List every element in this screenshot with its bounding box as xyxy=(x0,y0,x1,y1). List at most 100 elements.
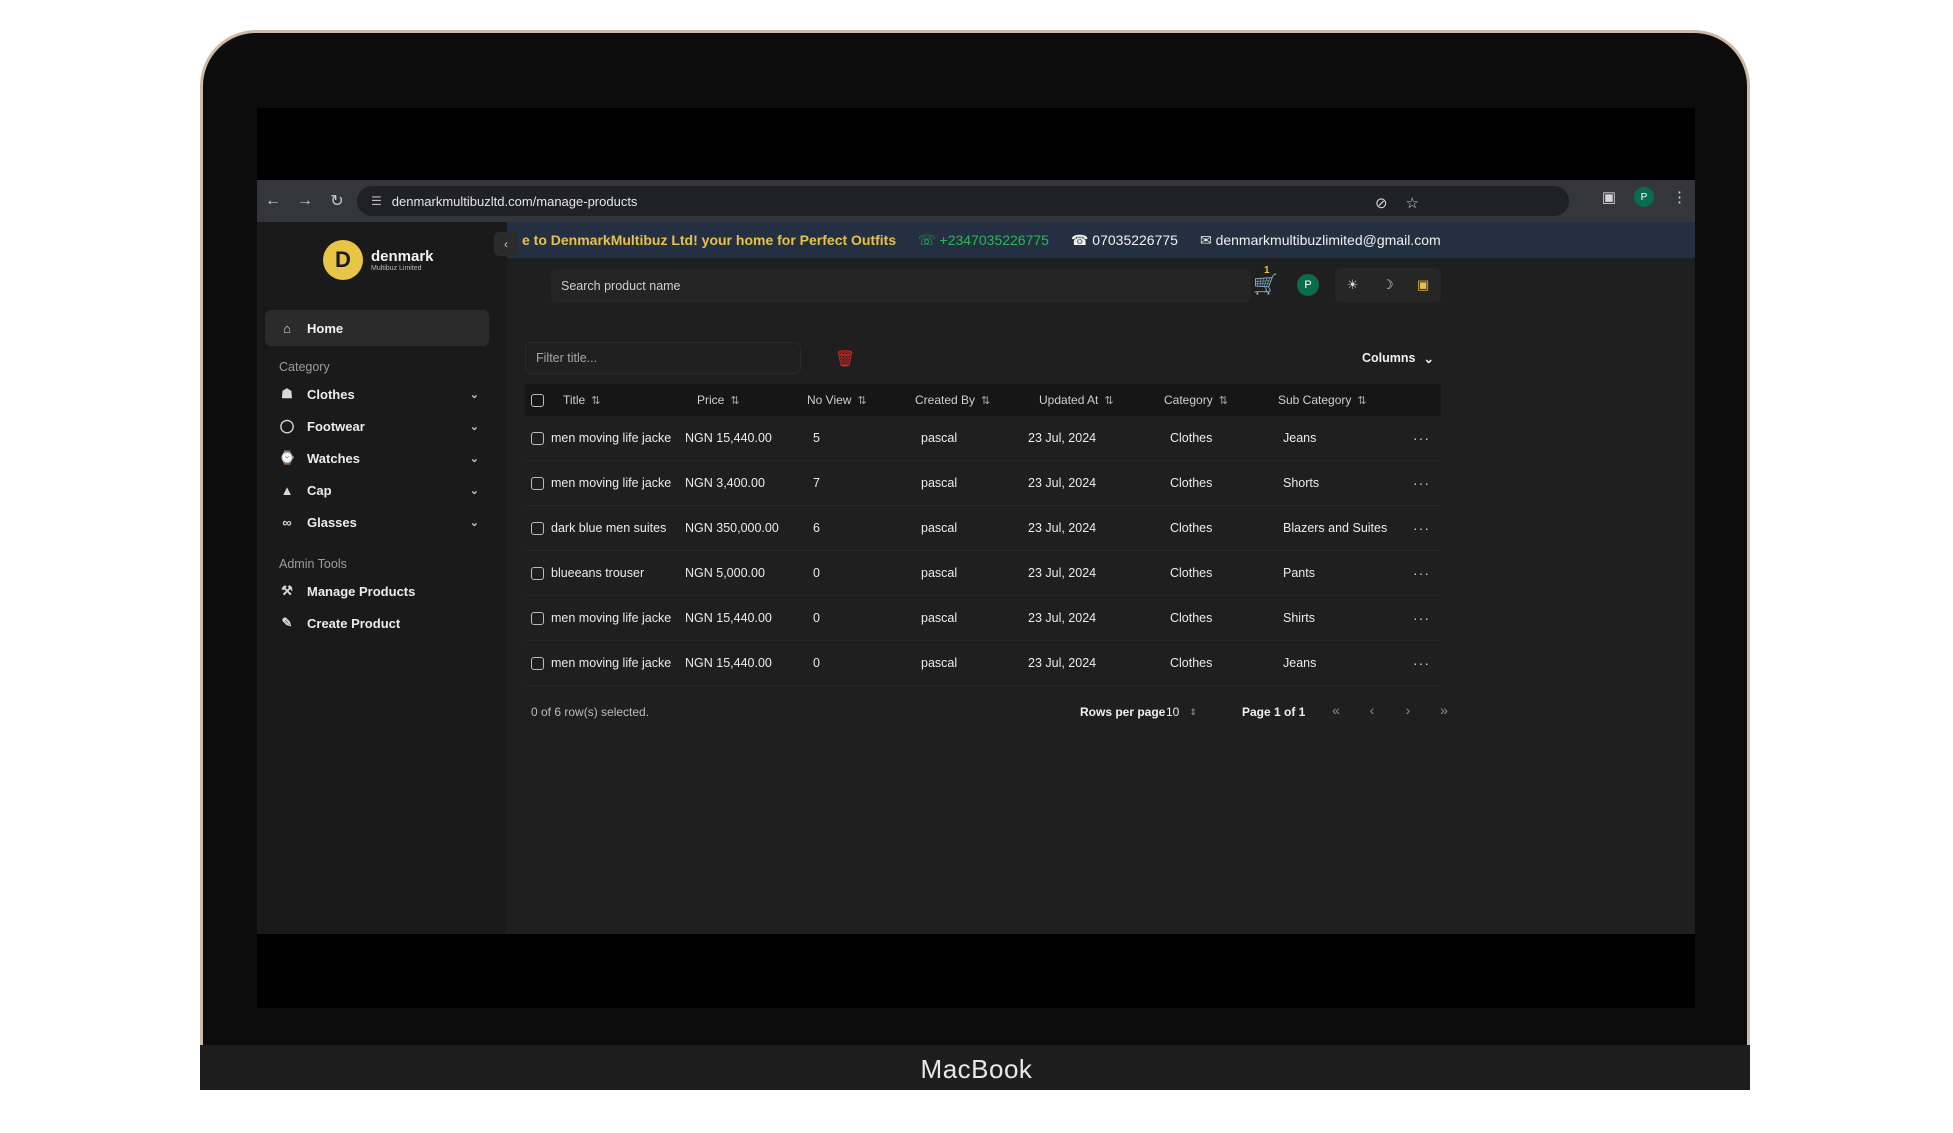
laptop-icon[interactable]: ▣ xyxy=(1417,277,1429,293)
row-actions-icon[interactable]: ··· xyxy=(1413,565,1430,581)
sidebar-item-clothes[interactable]: ☗ Clothes ⌄ xyxy=(279,380,479,408)
sidebar-item-glasses[interactable]: ∞ Glasses ⌄ xyxy=(279,508,479,536)
laptop-brand: MacBook xyxy=(920,1054,1033,1084)
cell-category: Clothes xyxy=(1170,656,1213,670)
rows-per-page-select[interactable]: 10 ⇕ xyxy=(1160,701,1200,723)
moon-icon[interactable]: ☽ xyxy=(1382,277,1394,293)
cell-sub-category: Pants xyxy=(1283,566,1315,580)
last-page-icon[interactable]: » xyxy=(1433,702,1455,718)
admin-section-label: Admin Tools xyxy=(279,557,347,571)
sort-icon: ⇅ xyxy=(857,395,867,407)
cell-title: men moving life jacke xyxy=(551,431,672,445)
more-menu-icon[interactable]: ⋮ xyxy=(1672,188,1687,206)
pagination: « ‹ › » xyxy=(1325,702,1455,718)
header-category[interactable]: Category ⇅ xyxy=(1164,393,1228,407)
logo-mark-icon: D xyxy=(323,240,363,280)
email-contact[interactable]: ✉ denmarkmultibuzlimited@gmail.com xyxy=(1200,232,1441,249)
header-title[interactable]: Title ⇅ xyxy=(563,393,600,407)
select-all-checkbox[interactable] xyxy=(531,393,544,407)
header-created-by[interactable]: Created By ⇅ xyxy=(915,393,990,407)
columns-button[interactable]: Columns ⌄ xyxy=(1355,342,1441,374)
phone-contact[interactable]: ☎ 07035226775 xyxy=(1071,232,1178,249)
reload-icon[interactable]: ↻ xyxy=(321,185,353,217)
whatsapp-icon: ☏ xyxy=(918,231,936,248)
table-row[interactable]: men moving life jacke NGN 3,400.00 7 pascal… xyxy=(525,461,1441,506)
logo[interactable]: D denmark Multibuz Limited xyxy=(323,240,434,280)
table-row[interactable]: men moving life jacke NGN 15,440.00 0 pasca… xyxy=(525,641,1441,686)
chevron-updown-icon: ⇕ xyxy=(1189,706,1197,717)
table-row[interactable]: dark blue men suites NGN 350,000.00 6 pasca… xyxy=(525,506,1441,551)
sun-icon[interactable]: ☀ xyxy=(1347,277,1359,293)
sidebar-item-create-product[interactable]: ✎ Create Product xyxy=(279,609,479,637)
cell-created-by: pascal xyxy=(921,521,958,535)
sidebar-item-home[interactable]: ⌂ Home xyxy=(265,310,489,346)
cell-updated-at: 23 Jul, 2024 xyxy=(1028,566,1097,580)
cell-created-by: pascal xyxy=(921,566,958,580)
search-input[interactable]: Search product name xyxy=(551,269,1251,303)
extensions-icon[interactable]: ▣ xyxy=(1602,188,1616,206)
header-label: Created By xyxy=(915,393,976,407)
filter-title-input[interactable]: Filter title... xyxy=(525,342,801,374)
footprints-icon: ◯ xyxy=(279,418,295,433)
row-actions-icon[interactable]: ··· xyxy=(1413,610,1430,626)
header-updated-at[interactable]: Updated At ⇅ xyxy=(1039,393,1114,407)
sidebar-item-label: Home xyxy=(307,320,344,336)
row-checkbox[interactable] xyxy=(531,521,544,535)
header-sub-category[interactable]: Sub Category ⇅ xyxy=(1278,393,1367,407)
chevron-down-icon: ⌄ xyxy=(469,516,479,529)
sidebar-item-label: Footwear xyxy=(307,418,365,434)
forward-icon[interactable]: → xyxy=(289,185,321,217)
row-actions-icon[interactable]: ··· xyxy=(1413,430,1430,446)
cell-sub-category: Jeans xyxy=(1283,656,1317,670)
header-price[interactable]: Price ⇅ xyxy=(697,393,740,407)
table-row[interactable]: men moving life jacke NGN 15,440.00 5 pasca… xyxy=(525,416,1441,461)
cell-category: Clothes xyxy=(1170,476,1213,490)
next-page-icon[interactable]: › xyxy=(1397,702,1419,718)
sidebar-item-manage-products[interactable]: ⚒ Manage Products xyxy=(279,577,479,605)
user-avatar[interactable]: P xyxy=(1297,274,1319,296)
columns-label: Columns xyxy=(1362,351,1416,365)
address-bar[interactable]: ☰ denmarkmultibuzltd.com/manage-products… xyxy=(357,186,1569,216)
home-icon: ⌂ xyxy=(283,320,291,336)
header-no-view[interactable]: No View ⇅ xyxy=(807,393,867,407)
row-checkbox[interactable] xyxy=(531,476,544,490)
sidebar-item-label: Create Product xyxy=(307,615,401,631)
row-actions-icon[interactable]: ··· xyxy=(1413,655,1430,671)
pencil-icon: ✎ xyxy=(281,615,293,630)
sidebar-item-watches[interactable]: ⌚ Watches ⌄ xyxy=(279,444,479,472)
cell-category: Clothes xyxy=(1170,566,1213,580)
header-label: Sub Category xyxy=(1278,393,1352,407)
table-row[interactable]: blueeans trouser NGN 5,000.00 0 pascal 23 Ju… xyxy=(525,551,1441,596)
row-actions-icon[interactable]: ··· xyxy=(1413,520,1430,536)
prev-page-icon[interactable]: ‹ xyxy=(1361,702,1383,718)
sidebar-item-label: Glasses xyxy=(307,514,357,530)
cell-category: Clothes xyxy=(1170,611,1213,625)
sidebar-item-label: Manage Products xyxy=(307,583,416,599)
browser-profile-avatar[interactable]: P xyxy=(1634,187,1654,207)
site-settings-icon[interactable]: ☰ xyxy=(371,194,382,208)
table-row[interactable]: men moving life jacke NGN 15,440.00 0 pasca… xyxy=(525,596,1441,641)
cell-title: men moving life jacke xyxy=(551,476,672,490)
header-label: Price xyxy=(697,393,725,407)
whatsapp-contact[interactable]: ☏ +2347035226775 xyxy=(918,232,1049,249)
first-page-icon[interactable]: « xyxy=(1325,702,1347,718)
chevron-down-icon: ⌄ xyxy=(469,388,479,401)
sort-icon: ⇅ xyxy=(1357,395,1367,407)
sidebar-item-footwear[interactable]: ◯ Footwear ⌄ xyxy=(279,412,479,440)
row-actions-icon[interactable]: ··· xyxy=(1413,475,1430,491)
sidebar-item-cap[interactable]: ▲ Cap ⌄ xyxy=(279,476,479,504)
cell-title: men moving life jacke xyxy=(551,611,672,625)
bookmark-star-icon[interactable]: ☆ xyxy=(1406,194,1419,212)
row-checkbox[interactable] xyxy=(531,656,544,670)
back-icon[interactable]: ← xyxy=(257,185,289,217)
cell-no-view: 5 xyxy=(813,431,820,445)
row-checkbox[interactable] xyxy=(531,566,544,580)
eye-off-icon[interactable]: ⊘ xyxy=(1375,194,1388,212)
shirt-icon: ☗ xyxy=(281,386,293,401)
trash-icon[interactable]: 🗑 xyxy=(832,346,858,372)
row-checkbox[interactable] xyxy=(531,611,544,625)
products-table: Title ⇅ Price ⇅ No View ⇅ Created By ⇅ Updat… xyxy=(525,384,1441,686)
sidebar-collapse-button[interactable]: ‹ xyxy=(494,232,518,256)
table-header-row: Title ⇅ Price ⇅ No View ⇅ Created By ⇅ Updat… xyxy=(525,384,1441,416)
row-checkbox[interactable] xyxy=(531,431,544,445)
